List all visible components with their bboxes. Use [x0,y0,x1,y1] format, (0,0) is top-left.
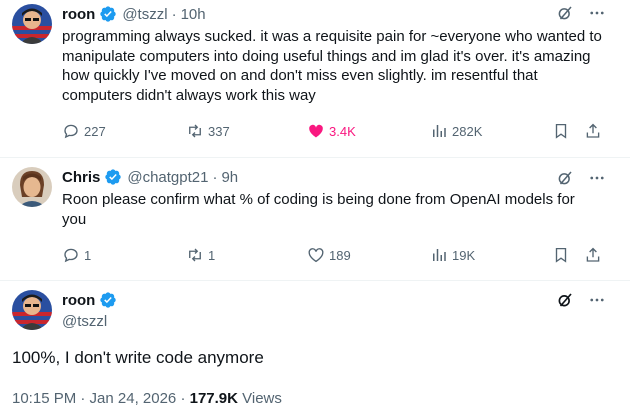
reply-icon [64,124,78,139]
avatar[interactable] [12,167,52,207]
tweet-actions: 1 1 189 19K [62,246,602,266]
views-label: Views [237,390,282,407]
tweet-header: Chris @chatgpt21 · 9h [62,168,238,186]
views-button[interactable]: 282K [430,122,482,140]
avatar-image [12,4,52,44]
author-handle[interactable]: @tszzl [122,6,167,23]
repost-icon [189,248,201,262]
like-button[interactable]: 3.4K [307,122,356,140]
grok-icon[interactable] [556,291,574,309]
repost-count: 337 [208,123,230,139]
share-button[interactable] [584,122,602,140]
author-name[interactable]: roon [62,292,95,309]
reply-count: 1 [84,247,92,263]
author-name[interactable]: roon [62,6,95,23]
repost-icon [189,124,201,138]
tweet-header: roon [62,291,117,309]
tweet-actions: 227 337 3.4K 282K [62,122,602,142]
avatar[interactable] [12,290,52,330]
share-button[interactable] [584,246,602,264]
avatar[interactable] [12,4,52,44]
bookmark-icon [555,123,567,139]
heart-filled-icon [309,124,323,138]
dot-separator: · [212,168,218,186]
divider [0,157,630,158]
tweet-text: programming always sucked. it was a requ… [62,28,602,104]
like-button[interactable]: 189 [307,246,351,264]
grok-icon[interactable] [556,169,574,187]
more-options-icon[interactable] [588,4,606,22]
tweet-header: roon @tszzl · 10h [62,5,206,23]
bookmark-icon [555,247,567,263]
author-handle[interactable]: @chatgpt21 [127,169,208,186]
avatar-image [12,167,52,207]
views-count: 177.9K [189,390,238,407]
views-count: 282K [452,123,483,139]
views-count: 19K [452,247,476,263]
tweet-time[interactable]: 10h [181,6,206,23]
author-handle[interactable]: @tszzl [62,313,107,330]
reply-button[interactable]: 1 [62,246,91,264]
repost-button[interactable]: 337 [186,122,230,140]
grok-icon[interactable] [556,4,574,22]
repost-count: 1 [208,247,216,263]
dot-separator: · [171,5,177,23]
heart-icon [308,248,324,263]
tweet-timestamp[interactable]: 10:15 PM · Jan 24, 2026 · [12,390,190,407]
reply-icon [64,248,78,263]
avatar-image [12,290,52,330]
author-name[interactable]: Chris [62,169,100,186]
verified-badge-icon [100,6,117,22]
like-count: 3.4K [329,123,356,139]
verified-badge-icon [100,292,117,308]
analytics-icon [433,125,446,137]
repost-button[interactable]: 1 [186,246,215,264]
analytics-icon [433,249,446,261]
views-button[interactable]: 19K [430,246,475,264]
bookmark-button[interactable] [552,246,570,264]
divider [0,280,630,281]
tweet-text: 100%, I don't write code anymore [12,348,264,367]
verified-badge-icon [105,169,122,185]
like-count: 189 [329,247,351,263]
reply-count: 227 [84,123,106,139]
share-icon [586,247,600,262]
reply-button[interactable]: 227 [62,122,106,140]
tweet-meta: 10:15 PM · Jan 24, 2026 · 177.9K Views [12,390,282,407]
more-options-icon[interactable] [588,169,606,187]
share-icon [586,123,600,138]
tweet-time[interactable]: 9h [221,169,238,186]
tweet-text: Roon please confirm what % of coding is … [62,191,575,228]
bookmark-button[interactable] [552,122,570,140]
more-options-icon[interactable] [588,291,606,309]
